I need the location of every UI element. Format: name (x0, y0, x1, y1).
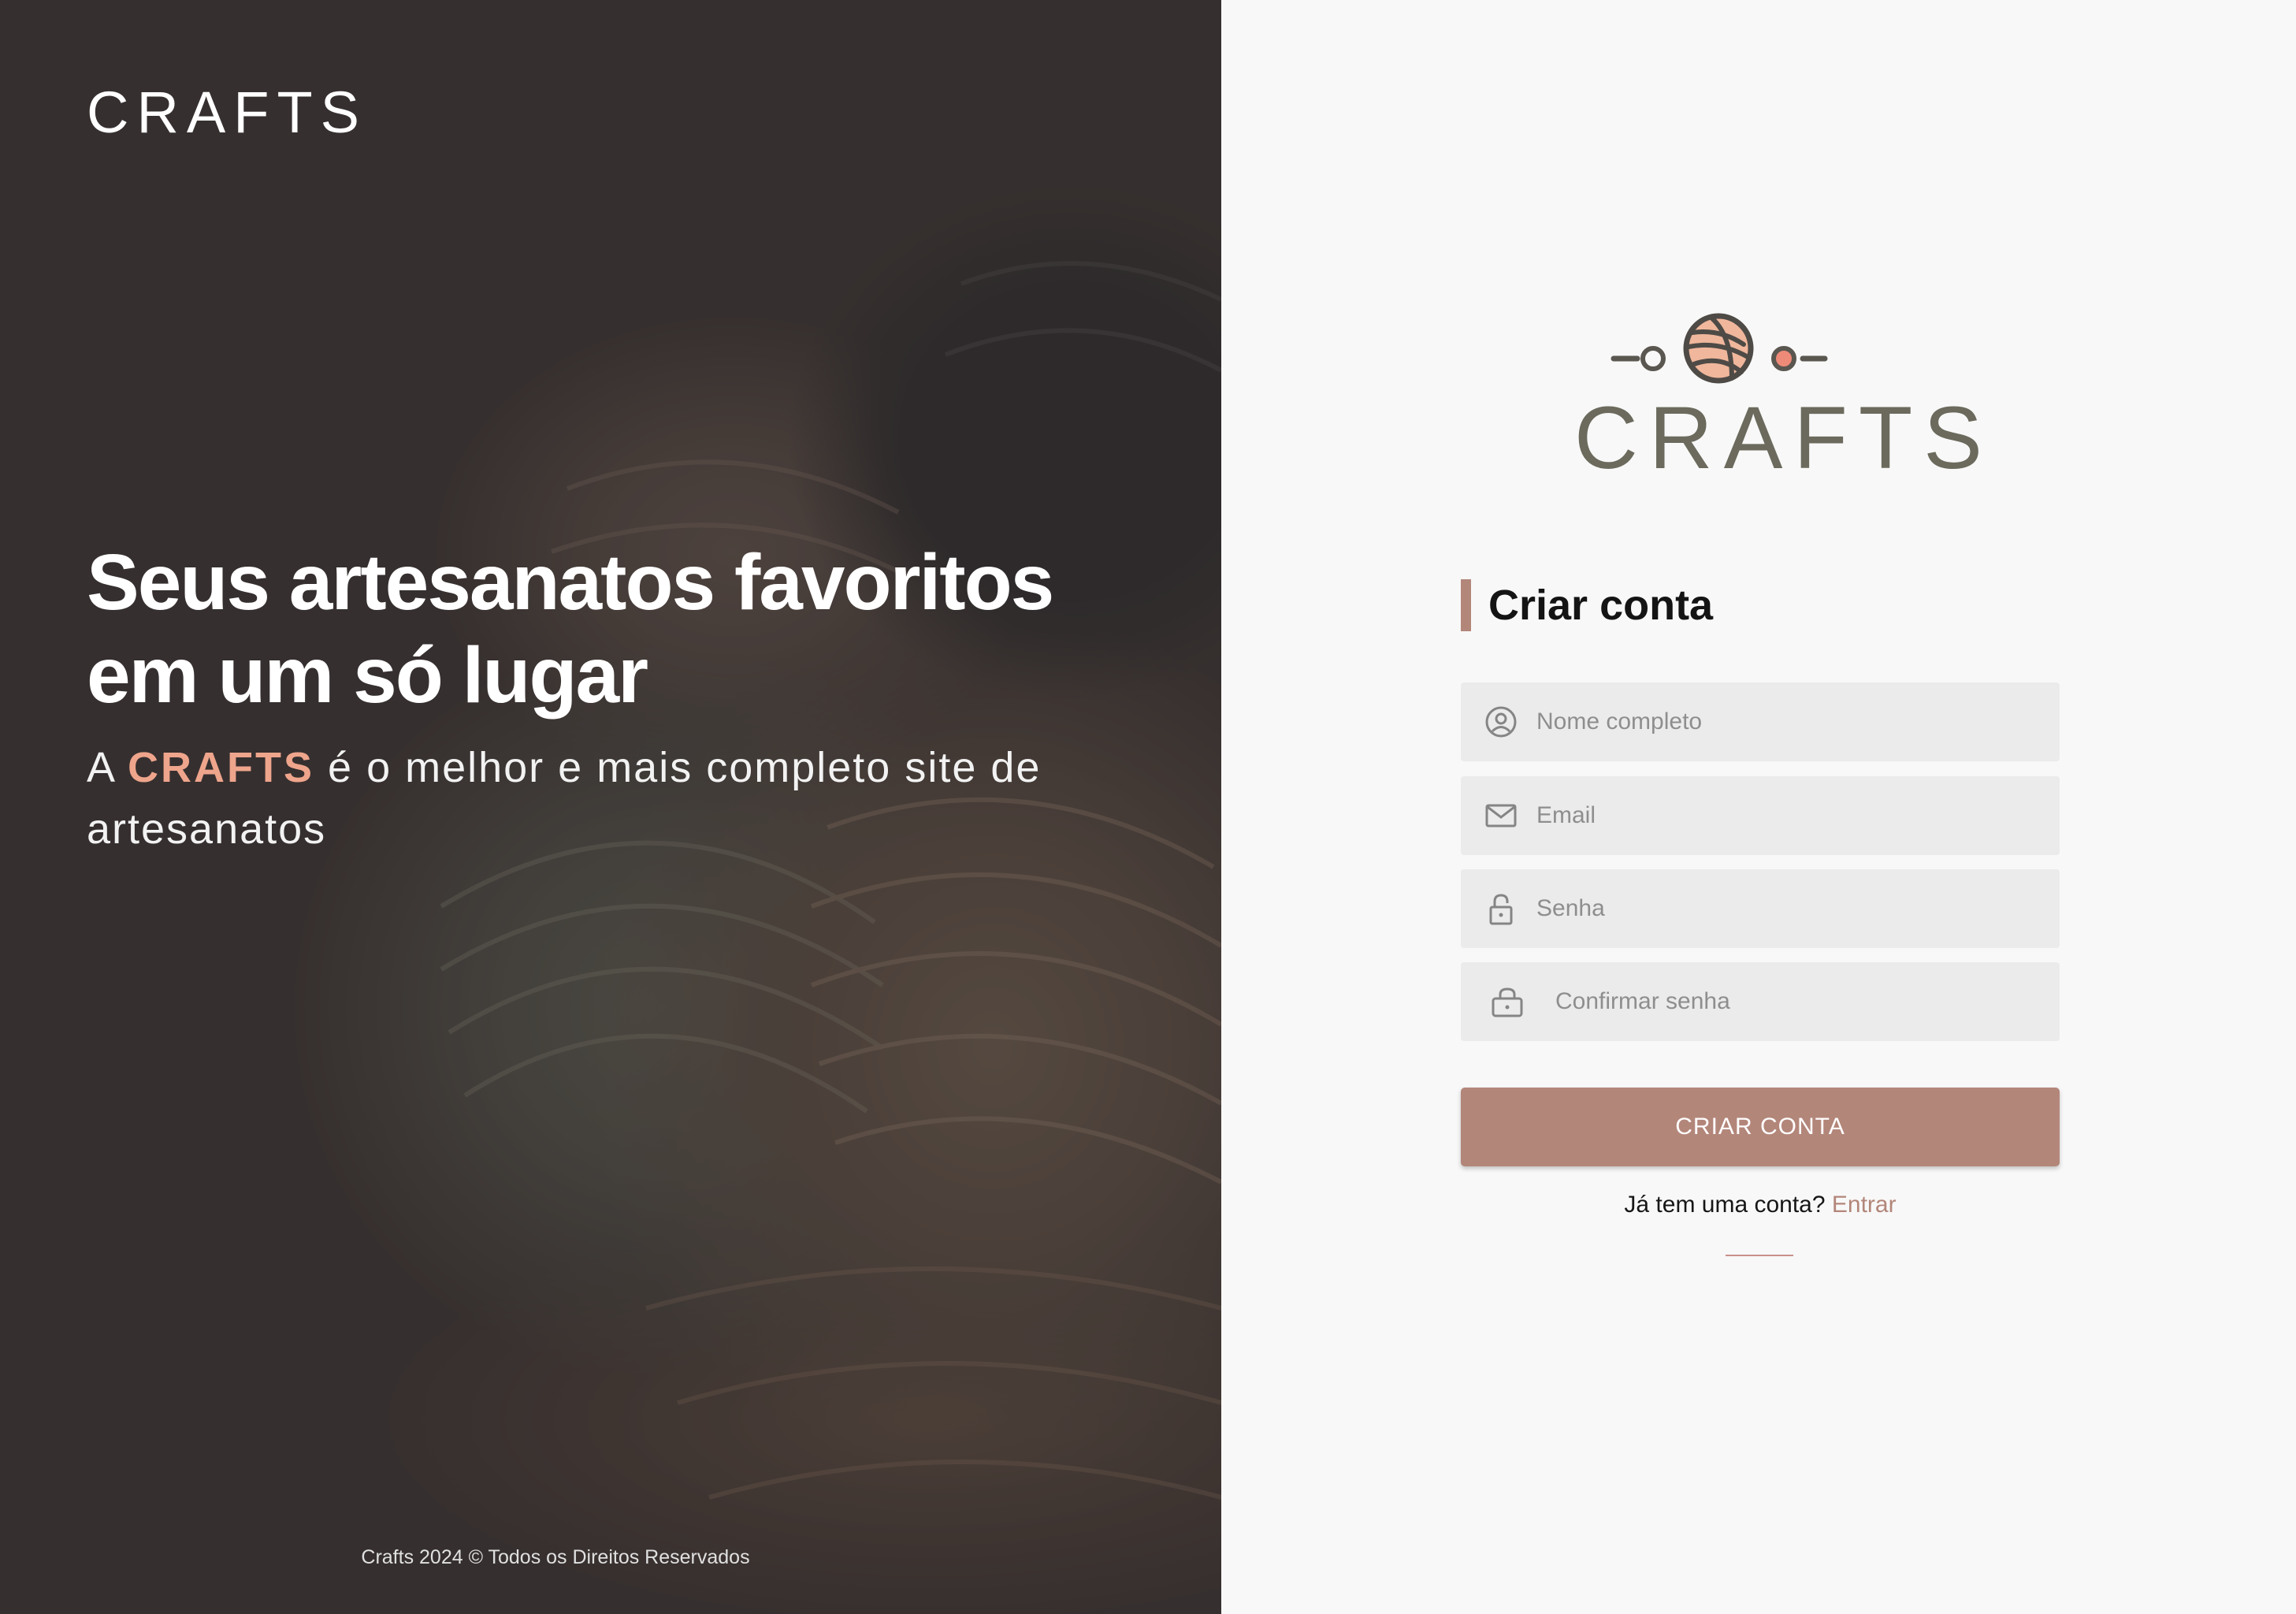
signin-prompt-text: Já tem uma conta? (1624, 1192, 1832, 1218)
hero-section: CRAFTS Seus artesanatos favoritos em um … (0, 0, 1221, 1614)
form-title: Criar conta (1461, 579, 1713, 631)
hero-title: Seus artesanatos favoritos em um só luga… (87, 538, 1054, 720)
signin-prompt: Já tem uma conta? Entrar (1461, 1192, 2060, 1218)
email-input[interactable] (1536, 776, 2041, 855)
logo-wordmark: CRAFTS (1574, 389, 1993, 487)
yarn-ball-icon (1611, 313, 1828, 384)
lock-alt-icon (1492, 987, 1523, 1017)
create-account-button[interactable]: CRIAR CONTA (1461, 1088, 2060, 1166)
signin-link[interactable]: Entrar (1832, 1192, 1897, 1218)
confirm-password-field (1461, 962, 2060, 1041)
hero-subtitle: A CRAFTS é o melhor e mais completo site… (87, 737, 1048, 860)
user-circle-icon (1485, 706, 1517, 738)
lock-icon (1489, 894, 1513, 925)
mail-icon (1485, 804, 1517, 827)
copyright-footer: Crafts 2024 © Todos os Direitos Reservad… (361, 1546, 750, 1568)
hero-logo: CRAFTS (87, 80, 367, 145)
password-input[interactable] (1536, 869, 2041, 948)
full-name-input[interactable] (1536, 682, 2041, 761)
confirm-password-input[interactable] (1555, 962, 2060, 1041)
crafts-logo: CRAFTS (1574, 309, 1993, 490)
signin-underline (1726, 1255, 1793, 1256)
password-field (1461, 869, 2060, 948)
email-field (1461, 776, 2060, 855)
hero-subtitle-prefix: A (87, 744, 128, 791)
hero-subtitle-brand: CRAFTS (128, 744, 315, 791)
full-name-field (1461, 682, 2060, 761)
signup-panel: CRAFTS Criar conta CRIAR C (1221, 0, 2296, 1614)
